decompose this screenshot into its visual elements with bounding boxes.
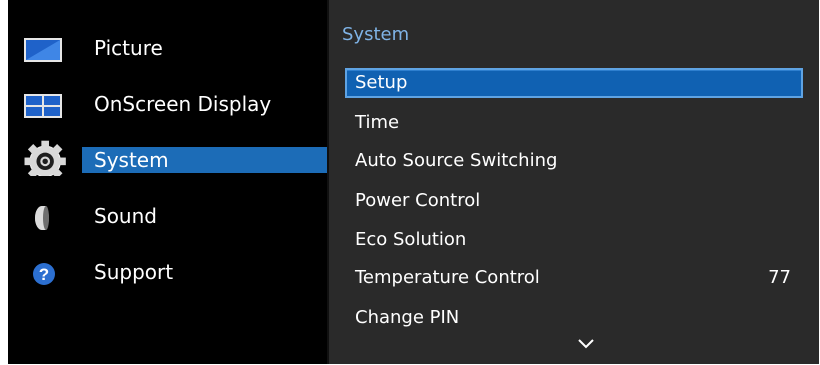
speaker-icon — [35, 206, 49, 230]
submenu-item-label: Time — [355, 112, 400, 133]
menu-item-label: Picture — [94, 36, 163, 60]
menu-item-support[interactable]: ? Support — [8, 252, 327, 292]
submenu-item-change-pin[interactable]: Change PIN — [345, 303, 803, 333]
menu-item-label: OnScreen Display — [94, 92, 272, 116]
chevron-down-icon[interactable] — [576, 336, 596, 350]
submenu-item-auto-source-switching[interactable]: Auto Source Switching — [345, 146, 803, 176]
menu-item-label: System — [94, 148, 169, 172]
gear-icon — [24, 140, 66, 176]
panel-title: System — [342, 24, 410, 45]
submenu-item-temperature-control[interactable]: Temperature Control 77 — [345, 263, 803, 293]
help-icon: ? — [33, 263, 55, 285]
main-menu: Picture OnScreen Display System Sound ? … — [8, 0, 327, 364]
submenu-item-label: Auto Source Switching — [355, 150, 558, 171]
menu-item-label: Sound — [94, 204, 157, 228]
menu-item-system[interactable]: System — [8, 140, 327, 180]
submenu-item-power-control[interactable]: Power Control — [345, 186, 803, 216]
menu-item-onscreen-display[interactable]: OnScreen Display — [8, 84, 327, 124]
submenu-item-label: Power Control — [355, 190, 481, 211]
submenu-item-setup[interactable]: Setup — [345, 68, 803, 98]
submenu-item-label: Change PIN — [355, 307, 460, 328]
temperature-value: 77 — [768, 267, 791, 288]
osd-menu: Picture OnScreen Display System Sound ? … — [8, 0, 819, 364]
submenu-panel: System Setup Time Auto Source Switching … — [329, 0, 819, 364]
submenu-item-eco-solution[interactable]: Eco Solution — [345, 225, 803, 255]
picture-icon — [24, 38, 62, 62]
menu-item-picture[interactable]: Picture — [8, 28, 327, 68]
submenu-item-time[interactable]: Time — [345, 108, 803, 138]
menu-item-sound[interactable]: Sound — [8, 196, 327, 236]
menu-item-label: Support — [94, 260, 174, 284]
submenu-item-label: Eco Solution — [355, 229, 467, 250]
onscreen-display-icon — [24, 94, 62, 118]
svg-text:?: ? — [39, 265, 49, 284]
submenu-item-label: Temperature Control — [355, 267, 540, 288]
submenu-item-label: Setup — [355, 72, 408, 93]
